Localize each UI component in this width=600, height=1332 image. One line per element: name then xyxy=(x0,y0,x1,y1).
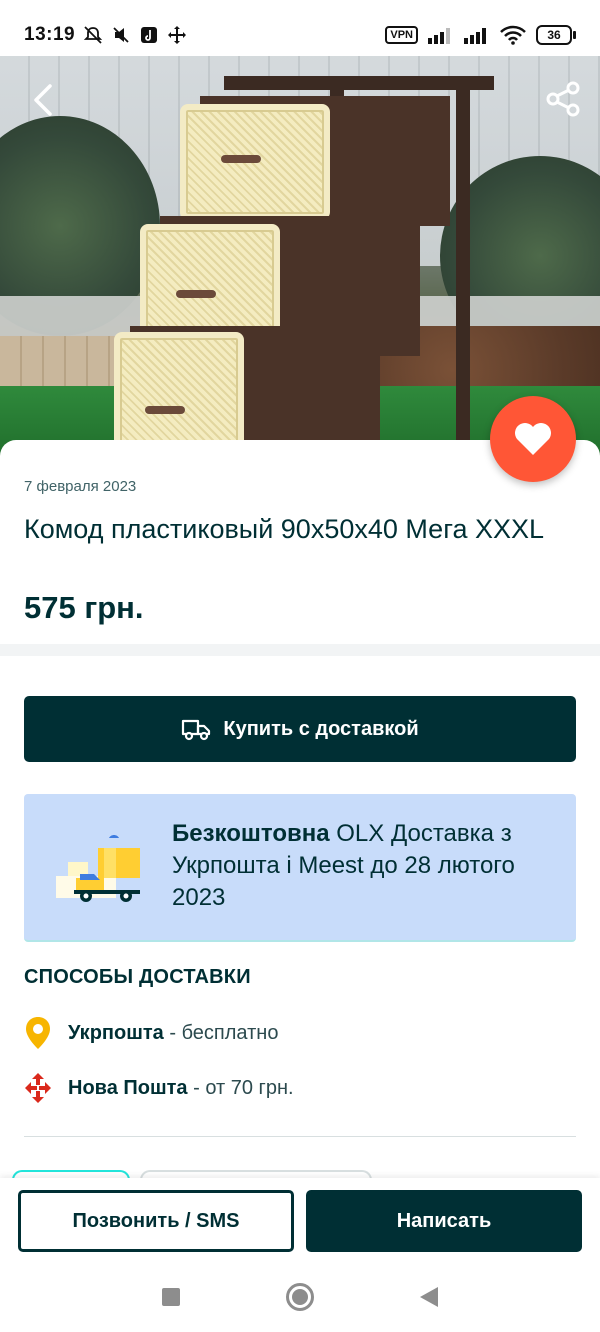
status-right: VPN 36 xyxy=(385,25,576,45)
buy-with-delivery-button[interactable]: Купить с доставкой xyxy=(24,696,576,762)
delivery-method-name: Нова Пошта xyxy=(68,1076,188,1099)
divider xyxy=(24,1136,576,1137)
promo-text: Безкоштовна OLX Доставка з Укрпошта і Me… xyxy=(172,818,562,914)
buy-button-label: Купить с доставкой xyxy=(223,717,419,740)
favorite-button[interactable] xyxy=(490,396,576,482)
status-left: 13:19 xyxy=(24,24,187,46)
listing-date: 7 февраля 2023 xyxy=(24,478,137,495)
section-divider xyxy=(0,644,600,656)
photo-gallery[interactable] xyxy=(0,56,600,456)
mute-icon xyxy=(113,27,129,43)
delivery-truck-illustration-icon xyxy=(56,835,140,902)
system-nav-bar xyxy=(0,1262,600,1332)
signal-icon xyxy=(464,28,486,44)
delivery-method-detail: - от 70 грн. xyxy=(187,1076,294,1099)
heart-icon xyxy=(515,423,551,455)
chevron-left-icon[interactable] xyxy=(26,80,62,120)
promo-bold: Безкоштовна xyxy=(172,820,330,847)
ukrposhta-icon xyxy=(26,1017,50,1049)
home-icon[interactable] xyxy=(286,1283,314,1311)
truck-icon xyxy=(182,719,211,741)
listing-title: Комод пластиковый 90x50x40 Мега XXXL xyxy=(24,514,545,544)
drawer-top xyxy=(180,96,450,226)
listing-price: 575 грн. xyxy=(24,590,144,625)
write-message-button[interactable]: Написать xyxy=(306,1190,582,1252)
signal-icon xyxy=(428,28,450,44)
delivery-method-nova-poshta: Нова Пошта - от 70 грн. xyxy=(24,1072,294,1104)
vpn-badge: VPN xyxy=(385,26,418,44)
battery-level: 36 xyxy=(536,25,572,45)
delivery-method-ukrposhta: Укрпошта - бесплатно xyxy=(24,1016,278,1050)
delivery-method-name: Укрпошта xyxy=(68,1021,164,1044)
free-delivery-banner[interactable]: Безкоштовна OLX Доставка з Укрпошта і Me… xyxy=(24,794,576,942)
delivery-methods-heading: СПОСОБЫ ДОСТАВКИ xyxy=(24,966,251,988)
recents-icon[interactable] xyxy=(162,1288,180,1306)
share-icon[interactable] xyxy=(544,80,582,118)
wifi-icon xyxy=(500,25,526,45)
bottom-action-bar: Позвонить / SMS Написать xyxy=(0,1178,600,1262)
tiktok-icon xyxy=(141,27,158,43)
delivery-method-detail: - бесплатно xyxy=(163,1021,279,1044)
battery-icon: 36 xyxy=(536,25,576,45)
drawer-bottom xyxy=(114,326,380,456)
nova-poshta-icon xyxy=(25,1073,51,1103)
move-icon xyxy=(168,26,187,44)
call-sms-button[interactable]: Позвонить / SMS xyxy=(18,1190,294,1252)
back-icon[interactable] xyxy=(420,1287,438,1307)
clock: 13:19 xyxy=(24,24,76,45)
dnd-icon xyxy=(83,26,103,44)
